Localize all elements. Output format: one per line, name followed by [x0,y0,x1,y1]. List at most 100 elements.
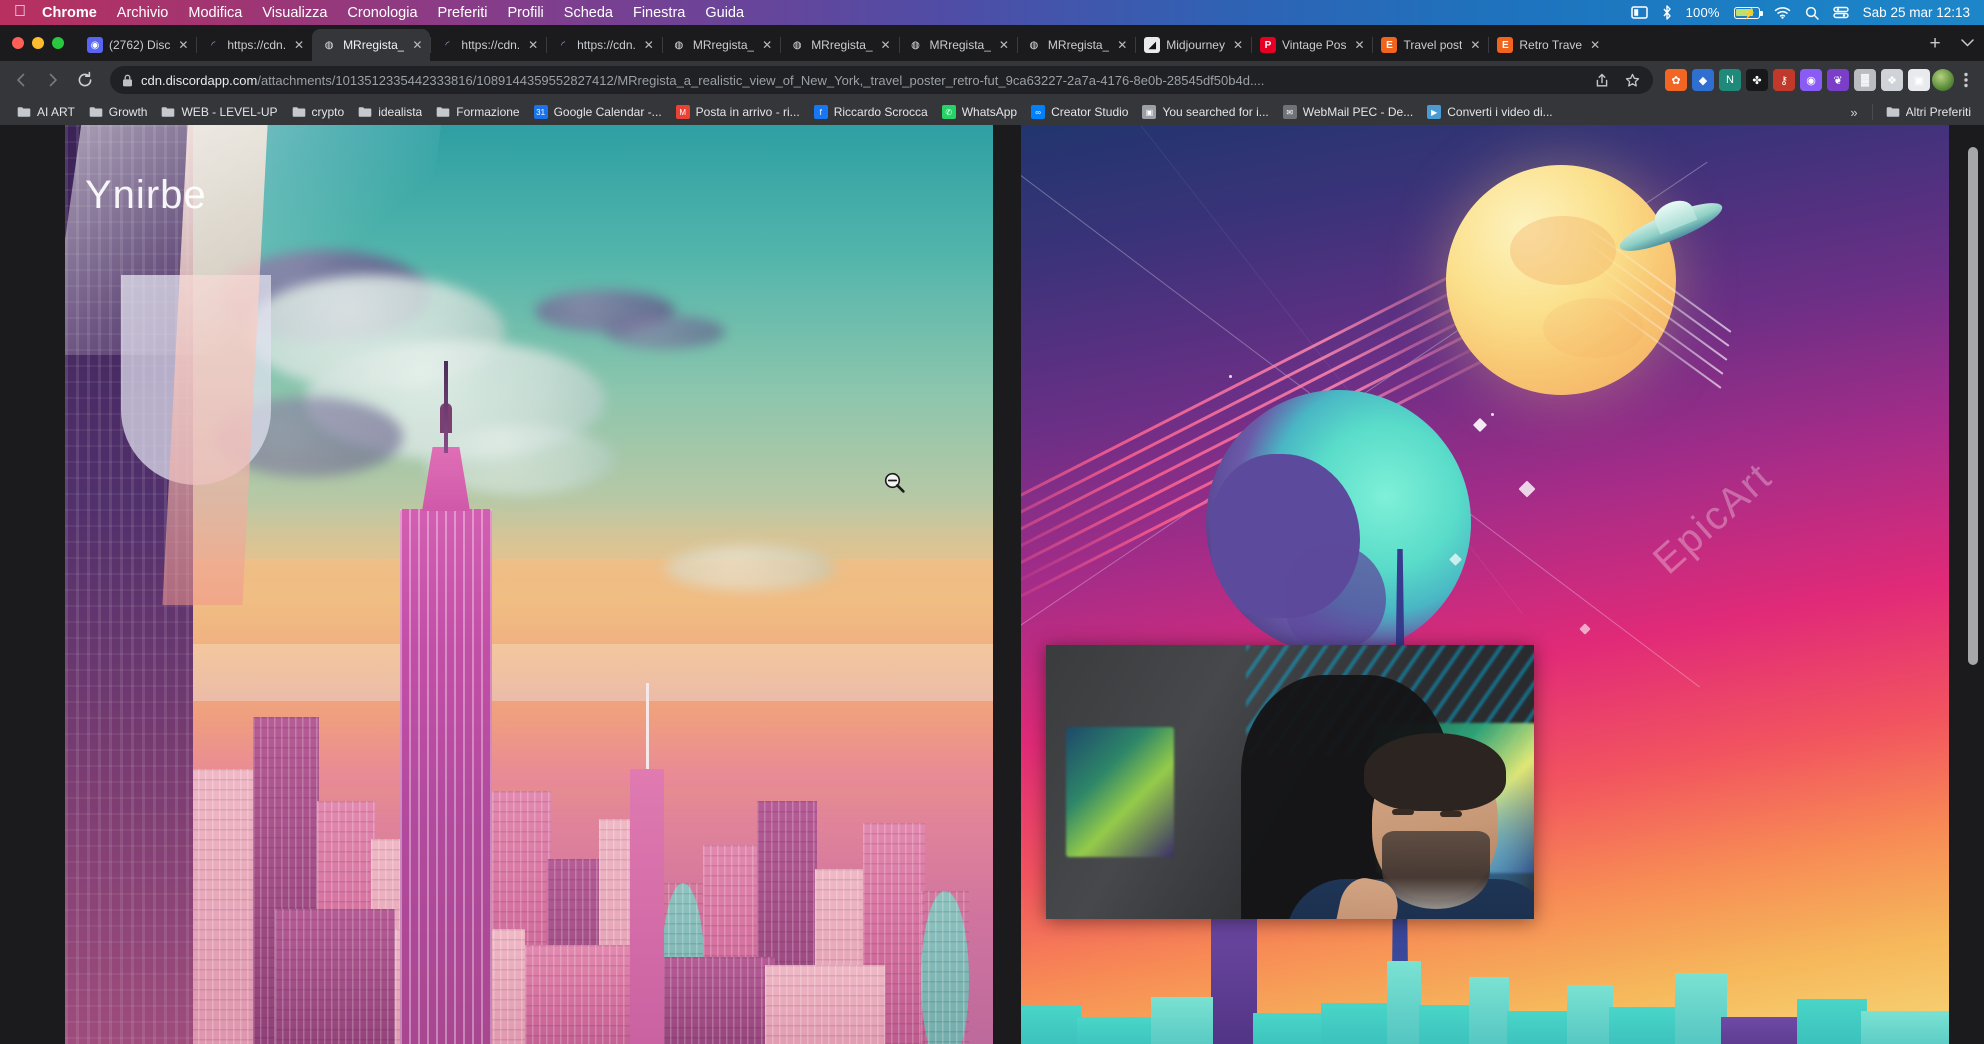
other-bookmarks-folder[interactable]: Altri Preferiti [1879,103,1978,121]
menu-item-profili[interactable]: Profili [508,5,544,21]
bookmark-item[interactable]: ∞Creator Studio [1024,103,1135,121]
nyc-retro-futuristic-travel-poster[interactable]: Ynirbe [65,125,993,1044]
display-icon[interactable] [1631,6,1648,19]
tab-strip: ◉(2762) Disc✕◜https://cdn.✕◍MRregista_✕◜… [0,25,1984,61]
close-tab-button[interactable]: ✕ [642,38,656,52]
bookmark-item[interactable]: Formazione [429,103,526,121]
bookmark-item[interactable]: WEB - LEVEL-UP [154,103,284,121]
earth-planet [1206,390,1471,655]
page-scrollbar[interactable] [1968,129,1978,1044]
image-search-icon: ▣ [1142,105,1156,119]
webcam-overlay[interactable] [1046,645,1534,919]
chrome-menu-kebab-icon[interactable] [1956,69,1976,91]
discord-icon: ◉ [87,37,103,53]
browser-tab[interactable]: ◜https://cdn.✕ [430,29,546,61]
menu-item-scheda[interactable]: Scheda [564,5,613,21]
extension-red-key-icon[interactable]: ⚷ [1773,69,1795,91]
tab-label: Midjourney [1166,38,1225,52]
extension-grid-icon[interactable]: ▓ [1854,69,1876,91]
browser-tab[interactable]: ◍MRregista_✕ [899,29,1017,61]
close-tab-button[interactable]: ✕ [176,38,190,52]
new-tab-button[interactable]: + [1920,29,1950,59]
menu-item-preferiti[interactable]: Preferiti [438,5,488,21]
close-tab-button[interactable]: ✕ [997,38,1011,52]
extension-bookmark-panel-icon[interactable]: ▣ [1908,69,1930,91]
bookmarks-overflow-button[interactable]: » [1842,103,1865,122]
browser-tab[interactable]: ETravel post✕ [1372,29,1488,61]
facebook-icon: f [814,105,828,119]
reload-icon[interactable] [70,65,100,95]
close-tab-button[interactable]: ✕ [760,38,774,52]
bookmark-item[interactable]: ▣You searched for i... [1135,103,1275,121]
forward-arrow-icon[interactable] [38,65,68,95]
bookmark-item[interactable]: Growth [82,103,155,121]
extension-orange-icon[interactable]: ✿ [1665,69,1687,91]
minimize-window-button[interactable] [32,37,44,49]
menu-item-guida[interactable]: Guida [705,5,744,21]
extension-blue-diamond-icon[interactable]: ◆ [1692,69,1714,91]
apple-icon[interactable]:  [14,4,26,20]
lock-icon [122,74,133,87]
bookmark-item[interactable]: AI ART [10,103,82,121]
back-arrow-icon[interactable] [6,65,36,95]
bluetooth-icon[interactable] [1662,5,1672,20]
close-tab-button[interactable]: ✕ [1115,38,1129,52]
extensions-puzzle-icon[interactable]: ❖ [1881,69,1903,91]
menu-item-modifica[interactable]: Modifica [188,5,242,21]
extension-black-circle-icon[interactable]: ✤ [1746,69,1768,91]
extension-violet-blob-icon[interactable]: ❦ [1827,69,1849,91]
window-traffic-lights [12,25,78,61]
wifi-icon[interactable] [1774,6,1791,19]
bookmark-label: Converti i video di... [1447,105,1552,119]
chevron-down-icon[interactable] [1950,27,1984,59]
star-outline-icon[interactable] [1621,69,1643,91]
bookmark-label: Riccardo Scrocca [834,105,928,119]
bookmark-item[interactable]: idealista [351,103,429,121]
menu-item-cronologia[interactable]: Cronologia [347,5,417,21]
bookmark-label: WebMail PEC - De... [1303,105,1413,119]
battery-charging-icon[interactable]: ⚡ [1734,7,1760,19]
profile-avatar[interactable] [1932,69,1954,91]
browser-tab[interactable]: ◍MRregista_✕ [1017,29,1135,61]
menu-item-archivio[interactable]: Archivio [117,5,169,21]
bookmark-item[interactable]: MPosta in arrivo - ri... [669,103,807,121]
menu-bar-clock[interactable]: Sab 25 mar 12:13 [1863,5,1970,20]
address-bar-url[interactable]: cdn.discordapp.com/attachments/101351233… [141,73,1583,88]
menu-item-visualizza[interactable]: Visualizza [262,5,327,21]
browser-tab[interactable]: PVintage Pos✕ [1251,29,1373,61]
maximize-window-button[interactable] [52,37,64,49]
close-window-button[interactable] [12,37,24,49]
bookmark-item[interactable]: ▶Converti i video di... [1420,103,1559,121]
bookmark-item[interactable]: f Riccardo Scrocca [807,103,935,121]
close-tab-button[interactable]: ✕ [879,38,893,52]
spotlight-search-icon[interactable] [1805,6,1819,20]
bookmark-item[interactable]: ✆WhatsApp [935,103,1024,121]
browser-tab[interactable]: ◍MRregista_✕ [312,29,430,61]
browser-tab[interactable]: ◜https://cdn.✕ [546,29,662,61]
close-tab-button[interactable]: ✕ [292,38,306,52]
bookmark-item[interactable]: 31Google Calendar -... [527,103,669,121]
close-tab-button[interactable]: ✕ [410,38,424,52]
close-tab-button[interactable]: ✕ [1352,38,1366,52]
menu-app-name[interactable]: Chrome [42,5,97,21]
menu-item-finestra[interactable]: Finestra [633,5,685,21]
control-center-icon[interactable] [1833,6,1849,19]
share-icon[interactable] [1591,69,1613,91]
bookmark-item[interactable]: crypto [285,103,352,121]
browser-tab[interactable]: ◍MRregista_✕ [780,29,898,61]
close-tab-button[interactable]: ✕ [526,38,540,52]
close-tab-button[interactable]: ✕ [1588,38,1602,52]
close-tab-button[interactable]: ✕ [1468,38,1482,52]
browser-tab[interactable]: ERetro Trave✕ [1488,29,1608,61]
bookmark-item[interactable]: ✉WebMail PEC - De... [1276,103,1420,121]
tabs-container: ◉(2762) Disc✕◜https://cdn.✕◍MRregista_✕◜… [78,25,1920,61]
extension-notion-icon[interactable]: N [1719,69,1741,91]
page-scrollbar-thumb[interactable] [1968,147,1978,665]
close-tab-button[interactable]: ✕ [1231,38,1245,52]
extension-purple-eye-icon[interactable]: ◉ [1800,69,1822,91]
browser-tab[interactable]: ◢Midjourney✕ [1135,29,1251,61]
browser-tab[interactable]: ◉(2762) Disc✕ [78,29,196,61]
browser-tab[interactable]: ◜https://cdn.✕ [196,29,312,61]
address-bar[interactable]: cdn.discordapp.com/attachments/101351233… [110,66,1653,94]
browser-tab[interactable]: ◍MRregista_✕ [662,29,780,61]
